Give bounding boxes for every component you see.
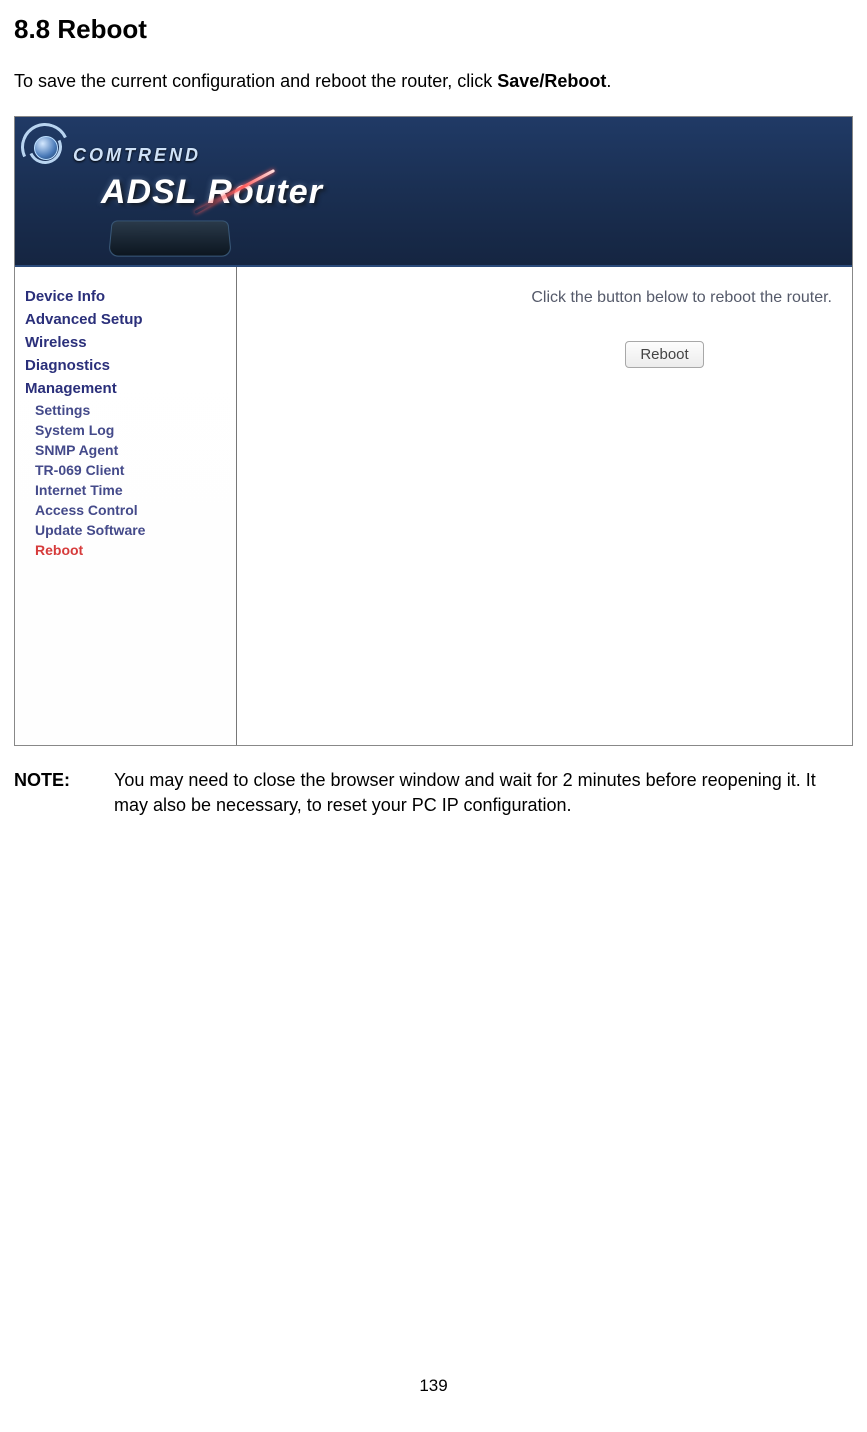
note-body: You may need to close the browser window…	[114, 768, 853, 818]
sidebar-item-device-info[interactable]: Device Info	[15, 285, 236, 308]
sidebar-sub-snmp-agent[interactable]: SNMP Agent	[15, 440, 236, 460]
sidebar-item-diagnostics[interactable]: Diagnostics	[15, 354, 236, 377]
sidebar-sub-update-software[interactable]: Update Software	[15, 520, 236, 540]
router-admin-screenshot: COMTREND ADSL Router Device Info Advance…	[14, 116, 853, 746]
brand-text: COMTREND	[73, 145, 201, 166]
section-heading: 8.8 Reboot	[14, 14, 853, 45]
reboot-button[interactable]: Reboot	[625, 341, 703, 368]
comtrend-logo-icon	[21, 123, 73, 175]
intro-prefix: To save the current configuration and re…	[14, 71, 497, 91]
intro-suffix: .	[606, 71, 611, 91]
sidebar-nav: Device Info Advanced Setup Wireless Diag…	[15, 267, 237, 745]
sidebar-sub-system-log[interactable]: System Log	[15, 420, 236, 440]
sidebar-sub-tr069-client[interactable]: TR-069 Client	[15, 460, 236, 480]
sidebar-sub-internet-time[interactable]: Internet Time	[15, 480, 236, 500]
note-block: NOTE: You may need to close the browser …	[14, 768, 853, 818]
sidebar-sub-settings[interactable]: Settings	[15, 400, 236, 420]
product-title: ADSL Router	[101, 173, 323, 212]
intro-bold: Save/Reboot	[497, 71, 606, 91]
sidebar-item-advanced-setup[interactable]: Advanced Setup	[15, 308, 236, 331]
sidebar-sub-access-control[interactable]: Access Control	[15, 500, 236, 520]
main-content: Click the button below to reboot the rou…	[237, 267, 852, 745]
intro-text: To save the current configuration and re…	[14, 71, 853, 92]
sidebar-item-management[interactable]: Management	[15, 377, 236, 400]
router-device-icon	[108, 220, 232, 256]
sidebar-item-wireless[interactable]: Wireless	[15, 331, 236, 354]
banner: COMTREND ADSL Router	[15, 117, 852, 267]
sidebar-sub-reboot[interactable]: Reboot	[15, 540, 236, 560]
reboot-instruction-text: Click the button below to reboot the rou…	[251, 289, 838, 307]
page-number: 139	[0, 1376, 867, 1396]
note-label: NOTE:	[14, 768, 114, 818]
